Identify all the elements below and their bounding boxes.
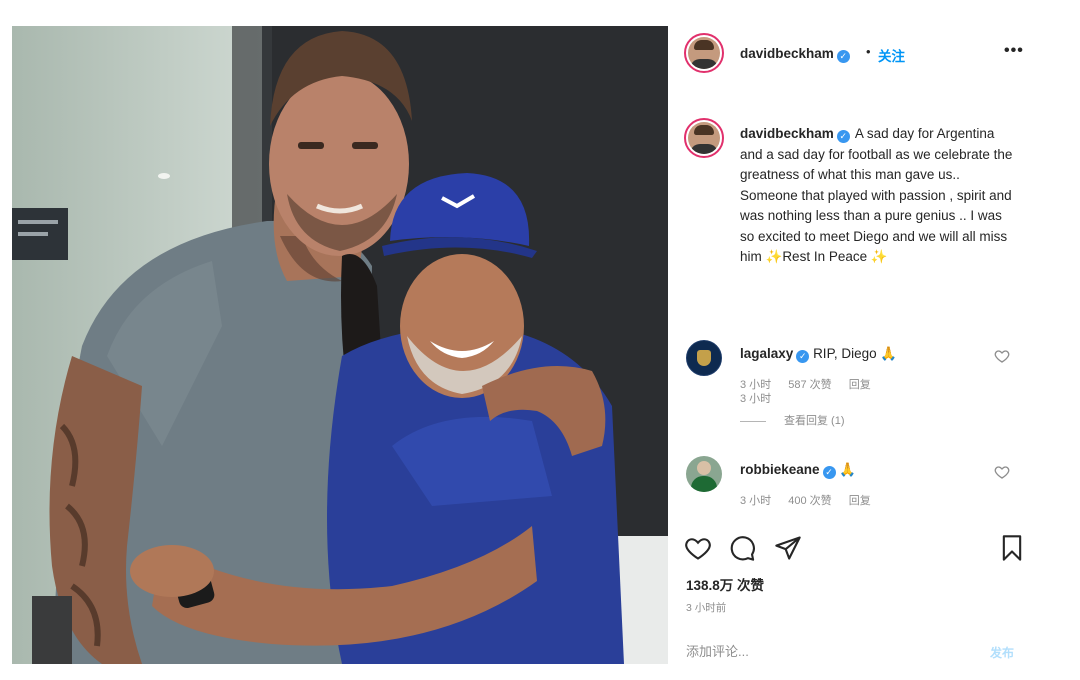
paper-plane-icon[interactable]: [774, 534, 802, 562]
comment-input[interactable]: [686, 640, 966, 662]
comment-time: 3 小时: [740, 495, 772, 507]
comment-meta: 3 小时 400 次赞 回复: [740, 492, 885, 508]
like-count[interactable]: 138.8万 次赞: [686, 574, 764, 594]
comment-likes[interactable]: 400 次赞: [788, 495, 831, 507]
caption-author-avatar[interactable]: [684, 118, 724, 158]
comment-bubble-icon[interactable]: [728, 534, 756, 562]
comment-meta: 3 小时 587 次赞 回复: [740, 376, 885, 392]
post-photo-image: [12, 26, 668, 664]
post-comment-button[interactable]: 发布: [990, 644, 1014, 661]
author-avatar[interactable]: [684, 33, 724, 73]
comment-reply-button[interactable]: 回复: [849, 379, 871, 391]
comment-text: 🙏: [839, 462, 857, 477]
view-replies-label[interactable]: 查看回复 (1): [784, 415, 845, 427]
caption-timestamp: 3 小时: [740, 393, 772, 405]
commenter-avatar[interactable]: [686, 340, 722, 376]
caption-username-text[interactable]: davidbeckham: [740, 126, 834, 141]
view-replies-button[interactable]: 查看回复 (1): [740, 412, 845, 428]
comment-reply-button[interactable]: 回复: [849, 495, 871, 507]
commenter-avatar[interactable]: [686, 456, 722, 492]
comment-like-heart-icon[interactable]: [994, 348, 1010, 364]
more-options-icon[interactable]: •••: [1004, 42, 1024, 60]
verified-badge-icon: ✓: [822, 466, 836, 479]
post-action-bar: [668, 532, 1048, 568]
comment-text: RIP, Diego 🙏: [813, 346, 898, 361]
author-username[interactable]: davidbeckham ✓: [740, 46, 850, 63]
heart-icon[interactable]: [684, 534, 712, 562]
bookmark-icon[interactable]: [998, 534, 1026, 562]
comment-body: robbiekeane ✓ 🙏: [740, 462, 856, 479]
caption-text-block: davidbeckham ✓ A sad day for Argentina an…: [740, 124, 1016, 268]
separator-dot: •: [866, 44, 871, 59]
verified-badge-icon: ✓: [836, 50, 850, 63]
post-side-panel: davidbeckham ✓ • 关注 ••• davidbeckham ✓ A s…: [668, 26, 1048, 664]
commenter-username[interactable]: lagalaxy ✓: [740, 346, 810, 363]
post-header: davidbeckham ✓ • 关注 •••: [668, 26, 1048, 82]
commenter-username[interactable]: robbiekeane ✓: [740, 462, 836, 479]
verified-badge-icon: ✓: [836, 130, 850, 143]
comment-time: 3 小时: [740, 379, 772, 391]
replies-divider: [740, 420, 766, 422]
caption-text: A sad day for Argentina and a sad day fo…: [740, 126, 1013, 264]
commenter-username-text[interactable]: robbiekeane: [740, 462, 820, 477]
post-timestamp: 3 小时前: [686, 602, 727, 614]
follow-button[interactable]: 关注: [878, 45, 905, 65]
comment-likes[interactable]: 587 次赞: [788, 379, 831, 391]
commenter-username-text[interactable]: lagalaxy: [740, 346, 793, 361]
author-username-text[interactable]: davidbeckham: [740, 46, 834, 61]
post-photo[interactable]: [12, 26, 668, 664]
comment-like-heart-icon[interactable]: [994, 464, 1010, 480]
add-comment-bar: 发布: [668, 636, 1048, 664]
comment-body: lagalaxy ✓ RIP, Diego 🙏: [740, 346, 897, 363]
caption-username[interactable]: davidbeckham ✓: [740, 126, 850, 143]
verified-badge-icon: ✓: [796, 350, 810, 363]
